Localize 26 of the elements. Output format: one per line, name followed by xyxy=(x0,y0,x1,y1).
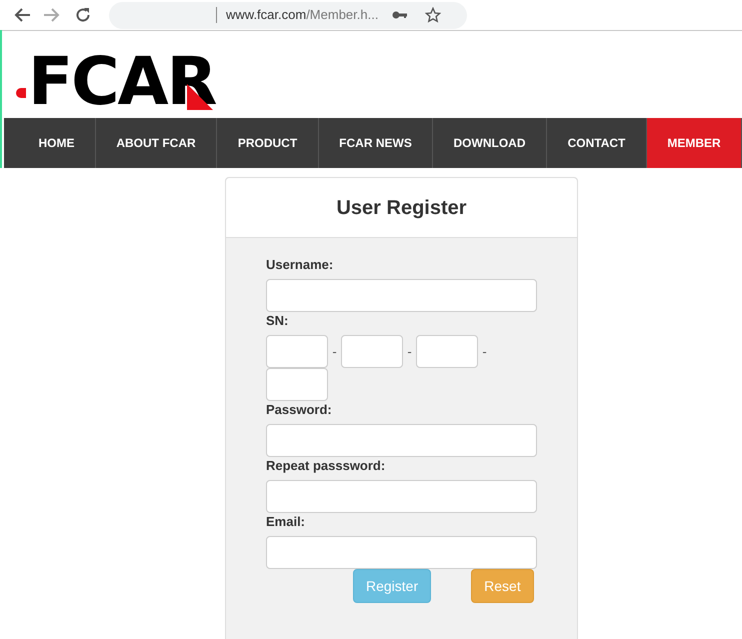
reload-icon[interactable] xyxy=(75,7,91,23)
input-field[interactable] xyxy=(266,424,537,457)
field-label: Repeat passsword: xyxy=(266,457,386,475)
input-field[interactable] xyxy=(266,536,537,569)
field-label: Email: xyxy=(266,513,306,531)
form-title: User Register xyxy=(336,196,467,220)
separator-text: - xyxy=(331,342,338,361)
nav-tab[interactable]: MEMBER xyxy=(647,118,742,168)
field-label: Username: xyxy=(266,256,334,274)
sn-field[interactable] xyxy=(266,335,328,368)
field-label: Password: xyxy=(266,401,333,419)
field-label: SN: xyxy=(266,312,290,330)
separator-text: - xyxy=(481,342,488,361)
address-bar[interactable]: www.fcar.com/Member.h... xyxy=(109,2,467,28)
input-field[interactable] xyxy=(266,480,537,513)
url-text: www.fcar.com/Member.h... xyxy=(226,6,378,24)
sn-field[interactable] xyxy=(266,368,328,401)
sn-field[interactable] xyxy=(416,335,478,368)
star-icon[interactable] xyxy=(425,7,442,23)
input-field[interactable] xyxy=(266,279,537,312)
forward-icon[interactable] xyxy=(43,7,61,23)
back-icon[interactable] xyxy=(13,7,31,23)
key-icon[interactable] xyxy=(392,10,408,20)
separator-text: - xyxy=(406,342,413,361)
sn-field[interactable] xyxy=(341,335,403,368)
logo[interactable]: FCAR xyxy=(16,52,216,112)
